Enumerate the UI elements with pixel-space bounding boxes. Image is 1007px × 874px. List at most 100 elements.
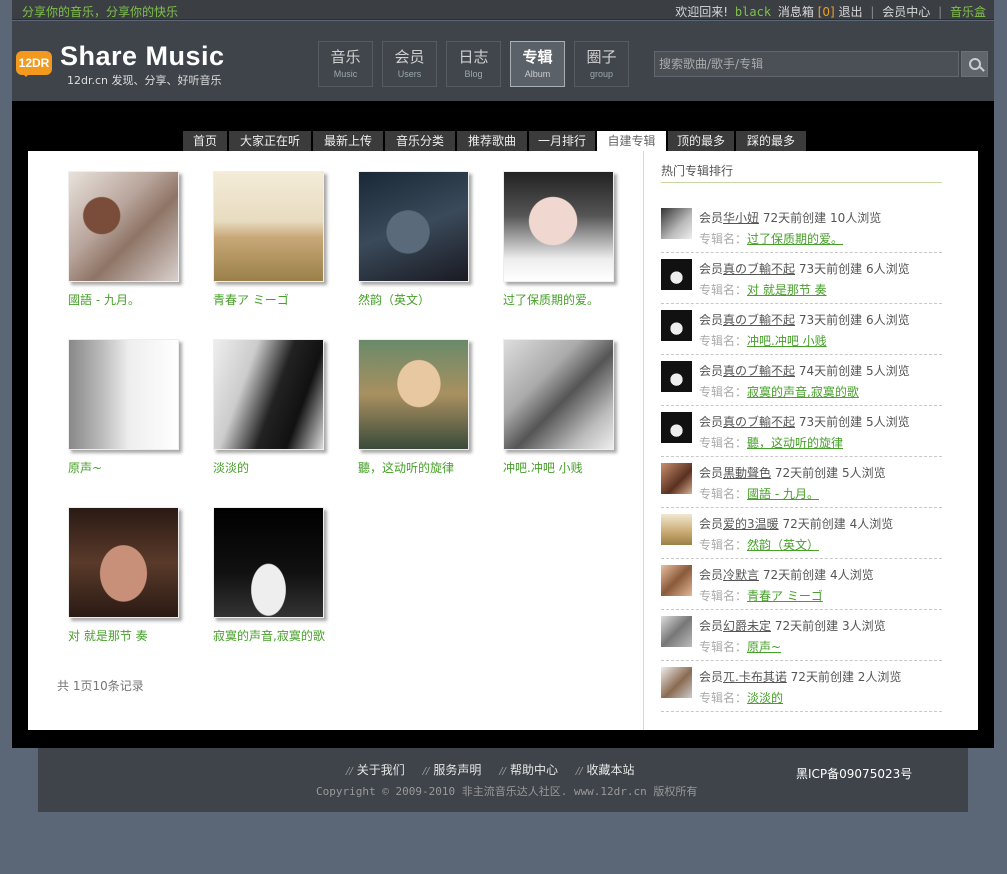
tab-home[interactable]: 首页 xyxy=(183,131,228,151)
album-card[interactable]: 然韵（英文） xyxy=(358,171,503,308)
album-cover[interactable] xyxy=(503,339,614,450)
avatar[interactable] xyxy=(661,565,692,596)
album-card[interactable]: 國語 - 九月。 xyxy=(68,171,213,308)
nav-sublabel: Music xyxy=(333,69,358,79)
tab-most-disliked[interactable]: 踩的最多 xyxy=(736,131,807,151)
nav-group[interactable]: 圈子 group xyxy=(574,41,629,87)
album-card[interactable]: 淡淡的 xyxy=(213,339,358,476)
album-name-link[interactable]: 过了保质期的爱。 xyxy=(747,232,843,246)
logo-badge[interactable]: 12DR xyxy=(16,51,52,77)
album-card[interactable]: 寂寞的声音,寂寞的歌 xyxy=(213,507,358,644)
avatar[interactable] xyxy=(661,361,692,392)
album-cover[interactable] xyxy=(68,171,179,282)
nav-music[interactable]: 音乐 Music xyxy=(318,41,373,87)
member-link[interactable]: 华小妞 xyxy=(723,211,759,225)
member-center-link[interactable]: 会员中心 xyxy=(882,5,930,19)
member-link[interactable]: 幻爵未定 xyxy=(723,619,771,633)
album-card[interactable]: 冲吧.冲吧 小贱 xyxy=(503,339,648,476)
album-name-link[interactable]: 冲吧.冲吧 小贱 xyxy=(747,334,827,348)
album-cover[interactable] xyxy=(503,171,614,282)
search-button[interactable] xyxy=(961,51,988,77)
avatar[interactable] xyxy=(661,463,692,494)
album-name-link[interactable]: 然韵（英文） xyxy=(747,538,819,552)
album-title[interactable]: 國語 - 九月。 xyxy=(68,291,213,308)
album-title[interactable]: 淡淡的 xyxy=(213,459,358,476)
hot-album-item: 会员ㄫ.卡布其诺 72天前创建 2人浏览 专辑名：淡淡的 xyxy=(661,661,942,712)
member-link[interactable]: 黒動聲色 xyxy=(723,466,771,480)
album-name-link[interactable]: 寂寞的声音,寂寞的歌 xyxy=(747,385,859,399)
album-card[interactable]: 聽，这动听的旋律 xyxy=(358,339,503,476)
music-box-link[interactable]: 音乐盒 xyxy=(950,5,986,19)
member-label: 会员 xyxy=(699,211,724,225)
album-card[interactable]: 过了保质期的爱。 xyxy=(503,171,648,308)
avatar[interactable] xyxy=(661,310,692,341)
album-name-link[interactable]: 淡淡的 xyxy=(747,691,783,705)
search-input[interactable]: 搜索歌曲/歌手/专辑 xyxy=(654,51,959,77)
header: 12DR Share Music 12dr.cn 发现、分享、好听音乐 音乐 M… xyxy=(12,21,994,101)
member-link[interactable]: 真のブ輸不起 xyxy=(723,415,795,429)
album-title[interactable]: 冲吧.冲吧 小贱 xyxy=(503,459,648,476)
album-title[interactable]: 青春ア ミーゴ xyxy=(213,291,358,308)
tab-user-albums[interactable]: 自建专辑 xyxy=(597,131,667,151)
album-title[interactable]: 然韵（英文） xyxy=(358,291,503,308)
avatar[interactable] xyxy=(661,514,692,545)
nav-label: 专辑 xyxy=(522,48,553,66)
created-time: 72天前创建 xyxy=(774,466,839,480)
tab-most-liked[interactable]: 顶的最多 xyxy=(668,131,735,151)
tab-categories[interactable]: 音乐分类 xyxy=(385,131,456,151)
nav-blog[interactable]: 日志 Blog xyxy=(446,41,501,87)
album-title[interactable]: 对 就是那节 奏 xyxy=(68,627,213,644)
avatar[interactable] xyxy=(661,412,692,443)
avatar[interactable] xyxy=(661,667,692,698)
album-cover[interactable] xyxy=(68,339,179,450)
album-title[interactable]: 过了保质期的爱。 xyxy=(503,291,648,308)
album-title[interactable]: 聽，这动听的旋律 xyxy=(358,459,503,476)
member-link[interactable]: ㄫ.卡布其诺 xyxy=(723,670,787,684)
username-link[interactable]: black xyxy=(735,5,771,19)
help-link[interactable]: 帮助中心 xyxy=(499,763,558,777)
inbox-link[interactable]: 消息箱 xyxy=(778,5,814,19)
album-title[interactable]: 寂寞的声音,寂寞的歌 xyxy=(213,627,358,644)
member-link[interactable]: 真のブ輸不起 xyxy=(723,364,795,378)
avatar[interactable] xyxy=(661,208,692,239)
avatar[interactable] xyxy=(661,616,692,647)
logout-link[interactable]: 退出 xyxy=(839,5,863,19)
divider: | xyxy=(938,5,943,19)
hot-album-item: 会员真のブ輸不起 74天前创建 5人浏览 专辑名：寂寞的声音,寂寞的歌 xyxy=(661,355,942,406)
album-cover[interactable] xyxy=(358,171,469,282)
album-cover[interactable] xyxy=(68,507,179,618)
member-link[interactable]: 爱的3温暖 xyxy=(723,517,779,531)
album-cover[interactable] xyxy=(213,339,324,450)
member-link[interactable]: 真のブ輸不起 xyxy=(723,313,795,327)
album-card[interactable]: 原声~ xyxy=(68,339,213,476)
album-title[interactable]: 原声~ xyxy=(68,459,213,476)
tab-now-listening[interactable]: 大家正在听 xyxy=(229,131,312,151)
avatar[interactable] xyxy=(661,259,692,290)
member-link[interactable]: 冷默言 xyxy=(723,568,759,582)
album-name-link[interactable]: 國語 - 九月。 xyxy=(747,487,819,501)
album-name-link[interactable]: 原声~ xyxy=(747,640,781,654)
album-name-link[interactable]: 青春ア ミーゴ xyxy=(747,589,823,603)
album-name-link[interactable]: 对 就是那节 奏 xyxy=(747,283,827,297)
album-card[interactable]: 对 就是那节 奏 xyxy=(68,507,213,644)
bookmark-link[interactable]: 收藏本站 xyxy=(576,763,635,777)
album-card[interactable]: 青春ア ミーゴ xyxy=(213,171,358,308)
terms-link[interactable]: 服务声明 xyxy=(423,763,482,777)
nav-album[interactable]: 专辑 Album xyxy=(510,41,565,87)
logo-title[interactable]: Share Music xyxy=(60,41,225,72)
album-cover[interactable] xyxy=(358,339,469,450)
tab-latest-upload[interactable]: 最新上传 xyxy=(313,131,384,151)
nav-users[interactable]: 会员 Users xyxy=(382,41,437,87)
album-name-link[interactable]: 聽，这动听的旋律 xyxy=(747,436,843,450)
created-time: 73天前创建 xyxy=(798,415,863,429)
member-link[interactable]: 真のブ輸不起 xyxy=(723,262,795,276)
hot-album-item: 会员冷默言 72天前创建 4人浏览 专辑名：青春ア ミーゴ xyxy=(661,559,942,610)
member-label: 会员 xyxy=(699,466,724,480)
album-cover[interactable] xyxy=(213,171,324,282)
welcome-text: 欢迎回来! xyxy=(675,5,729,19)
tab-monthly-chart[interactable]: 一月排行 xyxy=(529,131,596,151)
about-link[interactable]: 关于我们 xyxy=(346,763,405,777)
album-name-label: 专辑名： xyxy=(699,538,748,552)
tab-recommended[interactable]: 推荐歌曲 xyxy=(457,131,528,151)
album-cover[interactable] xyxy=(213,507,324,618)
